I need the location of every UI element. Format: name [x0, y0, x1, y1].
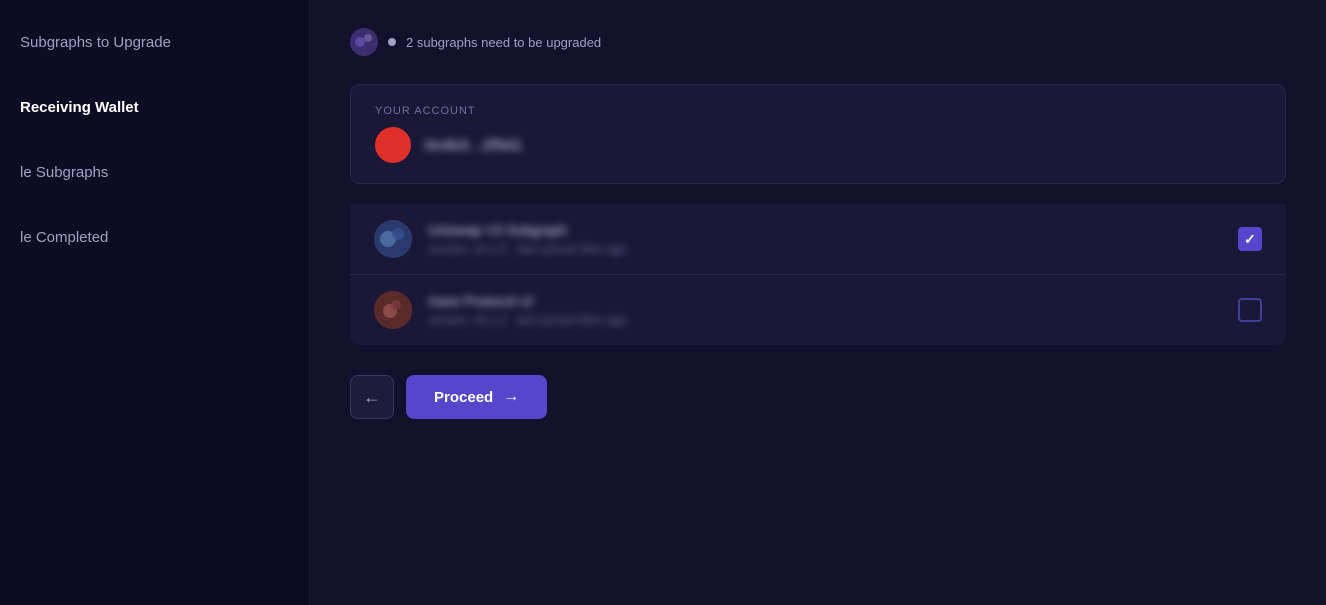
- subgraph-info-2: Aave Protocol v2 version: v0.1.2 · last …: [428, 293, 1222, 327]
- back-arrow-icon: ←: [363, 387, 381, 408]
- sidebar-item-le-completed[interactable]: le Completed: [20, 225, 289, 250]
- subgraph-item[interactable]: Uniswap V3 Subgraph version: v0.1.6 · la…: [350, 204, 1286, 275]
- sidebar-item-receiving-wallet[interactable]: Receiving Wallet: [20, 95, 289, 120]
- sidebar-item-le-subgraphs[interactable]: le Subgraphs: [20, 160, 289, 185]
- subgraph-title-1: Uniswap V3 Subgraph: [428, 222, 1222, 238]
- subgraph-icon-2: [374, 291, 412, 329]
- subgraph-item-2[interactable]: Aave Protocol v2 version: v0.1.2 · last …: [350, 275, 1286, 345]
- account-avatar: [375, 127, 411, 163]
- action-bar: ← Proceed →: [350, 375, 1286, 419]
- account-address: 0x4b3...2f9d1: [425, 137, 522, 154]
- checkbox-1-container[interactable]: [1238, 227, 1262, 251]
- account-card: YOUR ACCOUNT 0x4b3...2f9d1: [350, 84, 1286, 184]
- main-content: 2 subgraphs need to be upgraded YOUR ACC…: [310, 0, 1326, 605]
- checkbox-2[interactable]: [1238, 298, 1262, 322]
- subgraph-list: Uniswap V3 Subgraph version: v0.1.6 · la…: [350, 204, 1286, 345]
- notification-text: 2 subgraphs need to be upgraded: [406, 35, 601, 50]
- subgraph-info-1: Uniswap V3 Subgraph version: v0.1.6 · la…: [428, 222, 1222, 256]
- notification-bar: 2 subgraphs need to be upgraded: [350, 20, 1286, 64]
- sidebar-item-subgraphs-to-upgrade[interactable]: Subgraphs to Upgrade: [20, 30, 289, 55]
- proceed-label: Proceed: [434, 389, 493, 406]
- proceed-arrow-icon: →: [503, 388, 519, 406]
- subgraph-meta-1: version: v0.1.6 · last synced 3hrs ago: [428, 242, 1222, 256]
- sidebar: Subgraphs to Upgrade Receiving Wallet le…: [0, 0, 310, 605]
- notification-avatar: [350, 28, 378, 56]
- account-info: 0x4b3...2f9d1: [375, 127, 1261, 163]
- subgraph-icon-1: [374, 220, 412, 258]
- checkbox-2-container[interactable]: [1238, 298, 1262, 322]
- proceed-button[interactable]: Proceed →: [406, 375, 547, 419]
- account-label: YOUR ACCOUNT: [375, 105, 1261, 117]
- subgraph-title-2: Aave Protocol v2: [428, 293, 1222, 309]
- subgraph-meta-2: version: v0.1.2 · last synced 8hrs ago: [428, 313, 1222, 327]
- notification-dot: [388, 38, 396, 46]
- checkbox-1[interactable]: [1238, 227, 1262, 251]
- back-button[interactable]: ←: [350, 375, 394, 419]
